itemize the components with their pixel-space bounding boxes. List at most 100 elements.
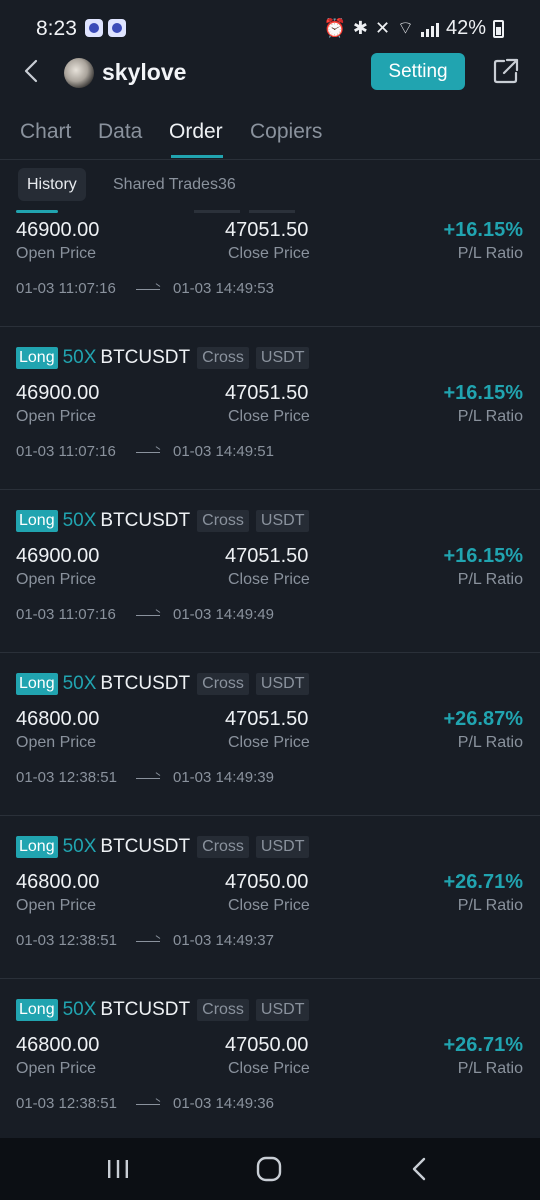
order-card[interactable]: Long 50X BTCUSDT Cross USDT 46800.00 Ope… — [0, 816, 540, 979]
margin-mode-chip: Cross — [197, 673, 249, 695]
open-price-value: 46800.00 — [16, 708, 100, 730]
close-price-label: Close Price — [228, 245, 310, 262]
trader-username: skylove — [102, 59, 187, 85]
open-price-label: Open Price — [16, 734, 97, 751]
pl-ratio-label: P/L Ratio — [457, 734, 523, 751]
leverage: 50X — [62, 836, 97, 857]
tab-copiers[interactable]: Copiers — [250, 120, 322, 144]
order-tagline: Long 50X BTCUSDT Cross USDT — [16, 673, 310, 695]
currency-chip: USDT — [255, 347, 310, 369]
close-price-label: Close Price — [228, 408, 310, 425]
arrow-right-icon — [136, 941, 160, 942]
signal-icon — [420, 21, 439, 37]
subtab-shared-trades[interactable]: Shared Trades36 — [104, 168, 245, 201]
vpn-app-icon — [85, 19, 103, 37]
order-card[interactable]: Long 50X BTCUSDT Cross USDT 46800.00 Ope… — [0, 653, 540, 816]
order-card[interactable]: Long 50X BTCUSDT Cross USDT 46900.00 Ope… — [0, 327, 540, 490]
arrow-right-icon — [136, 615, 160, 616]
close-time: 01-03 14:49:49 — [173, 606, 274, 623]
pl-ratio-value: +26.71% — [443, 1034, 523, 1056]
share-external-icon[interactable] — [492, 57, 520, 85]
close-price-value: 47050.00 — [225, 871, 309, 893]
arrow-right-icon — [136, 289, 160, 290]
pl-ratio-value: +26.87% — [443, 708, 523, 730]
order-card[interactable]: 46900.00 Open Price 47051.50 Close Price… — [0, 210, 540, 327]
open-time: 01-03 12:38:51 — [16, 932, 117, 949]
currency-chip: USDT — [255, 836, 310, 858]
order-history-list[interactable]: 46900.00 Open Price 47051.50 Close Price… — [0, 210, 540, 1138]
open-price-value: 46900.00 — [16, 545, 100, 567]
open-price-label: Open Price — [16, 897, 97, 914]
close-price-label: Close Price — [228, 571, 310, 588]
close-time: 01-03 14:49:39 — [173, 769, 274, 786]
symbol: BTCUSDT — [100, 999, 191, 1020]
arrow-right-icon — [136, 1104, 160, 1105]
home-icon[interactable] — [255, 1156, 283, 1182]
open-price-value: 46800.00 — [16, 1034, 100, 1056]
open-time: 01-03 11:07:16 — [16, 606, 116, 623]
tab-order[interactable]: Order — [169, 120, 223, 144]
close-price-label: Close Price — [228, 1060, 310, 1077]
margin-mode-chip: Cross — [197, 836, 249, 858]
side-badge: Long — [16, 999, 58, 1021]
shield-app-icon — [108, 19, 126, 37]
battery-icon — [493, 19, 504, 38]
close-price-label: Close Price — [228, 897, 310, 914]
tab-data[interactable]: Data — [98, 120, 142, 144]
pl-ratio-label: P/L Ratio — [457, 571, 523, 588]
leverage: 50X — [62, 999, 97, 1020]
order-tagline: Long 50X BTCUSDT Cross USDT — [16, 510, 310, 532]
app-header: skylove Setting — [0, 50, 540, 96]
pl-ratio-value: +16.15% — [443, 545, 523, 567]
currency-chip: USDT — [255, 673, 310, 695]
pl-ratio-value: +26.71% — [443, 871, 523, 893]
nav-back-icon[interactable] — [406, 1156, 434, 1182]
close-time: 01-03 14:49:36 — [173, 1095, 274, 1112]
close-price-value: 47050.00 — [225, 1034, 309, 1056]
open-price-label: Open Price — [16, 1060, 97, 1077]
pl-ratio-label: P/L Ratio — [457, 408, 523, 425]
open-time: 01-03 11:07:16 — [16, 443, 116, 460]
open-price-label: Open Price — [16, 245, 97, 262]
close-price-label: Close Price — [228, 734, 310, 751]
back-arrow-icon[interactable] — [20, 58, 46, 84]
open-price-label: Open Price — [16, 408, 97, 425]
symbol: BTCUSDT — [100, 510, 191, 531]
currency-chip: USDT — [255, 999, 310, 1021]
active-tab-indicator — [171, 155, 223, 158]
side-badge: Long — [16, 347, 58, 369]
close-time: 01-03 14:49:51 — [173, 443, 274, 460]
order-card[interactable]: Long 50X BTCUSDT Cross USDT 46800.00 Ope… — [0, 979, 540, 1138]
margin-mode-chip: Cross — [197, 510, 249, 532]
pl-ratio-value: +16.15% — [443, 382, 523, 404]
close-price-value: 47051.50 — [225, 708, 309, 730]
status-time: 8:23 — [36, 17, 77, 40]
pl-ratio-value: +16.15% — [443, 219, 523, 241]
leverage: 50X — [62, 510, 97, 531]
symbol: BTCUSDT — [100, 836, 191, 857]
setting-button[interactable]: Setting — [371, 53, 465, 90]
arrow-right-icon — [136, 452, 160, 453]
order-tagline: Long 50X BTCUSDT Cross USDT — [16, 999, 310, 1021]
recents-icon[interactable] — [104, 1156, 132, 1182]
leverage: 50X — [62, 673, 97, 694]
order-card[interactable]: Long 50X BTCUSDT Cross USDT 46900.00 Ope… — [0, 490, 540, 653]
avatar[interactable] — [64, 58, 94, 88]
symbol: BTCUSDT — [100, 673, 191, 694]
tab-chart[interactable]: Chart — [20, 120, 71, 144]
open-price-value: 46900.00 — [16, 219, 100, 241]
open-time: 01-03 12:38:51 — [16, 769, 117, 786]
wifi-icon: ⌔ — [397, 18, 414, 38]
margin-mode-chip: Cross — [197, 999, 249, 1021]
close-price-value: 47051.50 — [225, 545, 309, 567]
margin-mode-chip: Cross — [197, 347, 249, 369]
close-price-value: 47051.50 — [225, 219, 309, 241]
close-time: 01-03 14:49:53 — [173, 280, 274, 297]
currency-chip: USDT — [255, 510, 310, 532]
close-price-value: 47051.50 — [225, 382, 309, 404]
main-tabs: Chart Data Order Copiers — [0, 112, 540, 160]
side-badge: Long — [16, 510, 58, 532]
side-badge: Long — [16, 673, 58, 695]
arrow-right-icon — [136, 778, 160, 779]
subtab-history[interactable]: History — [18, 168, 86, 201]
